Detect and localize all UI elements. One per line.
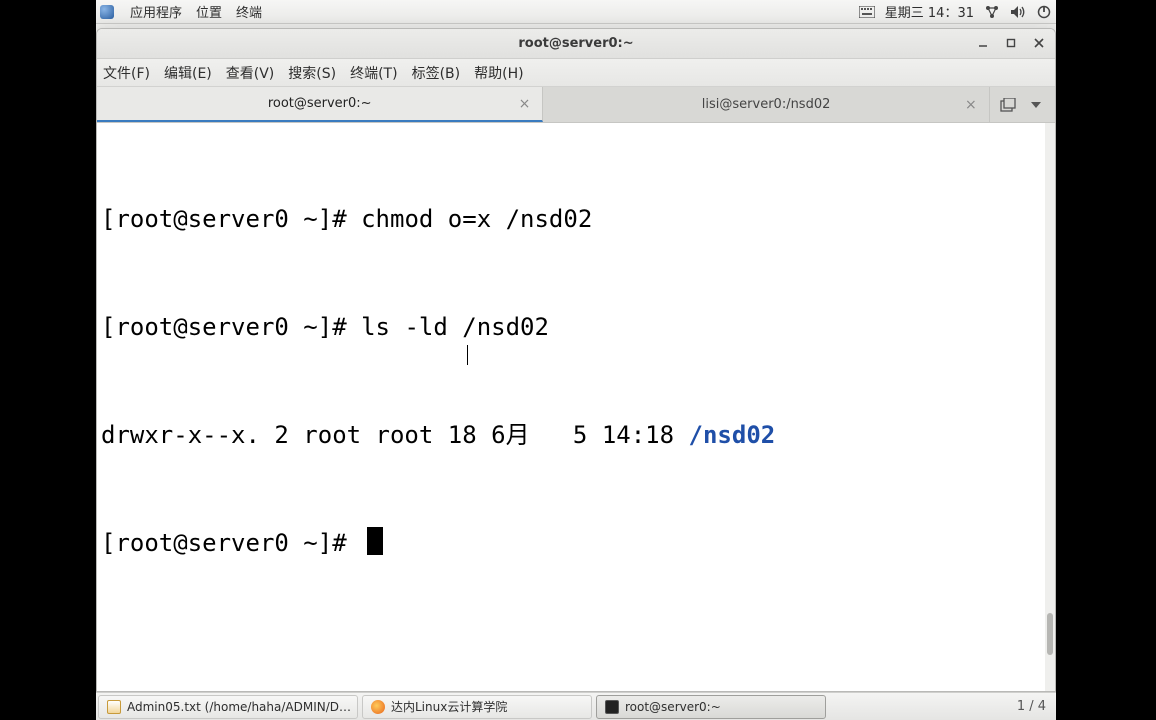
text-editor-icon [107, 700, 121, 714]
taskbar-item-browser[interactable]: 达内Linux云计算学院 [362, 695, 592, 719]
text-caret-icon [467, 345, 468, 365]
terminal-menu[interactable]: 终端 [236, 2, 262, 21]
menu-help[interactable]: 帮助(H) [474, 63, 523, 83]
scrollbar-thumb[interactable] [1047, 613, 1053, 655]
menubar: 文件(F) 编辑(E) 查看(V) 搜索(S) 终端(T) 标签(B) 帮助(H… [97, 59, 1055, 87]
workspace-indicator[interactable]: 1 / 4 [1017, 699, 1046, 714]
bottom-taskbar: Admin05.txt (/home/haha/ADMIN/D… 达内Linux… [96, 692, 1056, 720]
distro-logo-icon [100, 5, 114, 19]
terminal-tab-1[interactable]: lisi@server0:/nsd02 × [543, 87, 989, 122]
terminal-tab-0[interactable]: root@server0:~ × [97, 87, 543, 122]
places-menu[interactable]: 位置 [196, 2, 222, 21]
terminal-icon [605, 700, 619, 714]
menu-search[interactable]: 搜索(S) [288, 63, 336, 83]
terminal-line: [root@server0 ~]# [101, 525, 1051, 561]
tab-close-icon[interactable]: × [965, 97, 977, 113]
tab-label: lisi@server0:/nsd02 [702, 97, 831, 112]
minimize-button[interactable] [973, 33, 993, 53]
cursor-block-icon [367, 527, 383, 555]
taskbar-item-terminal[interactable]: root@server0:~ [596, 695, 826, 719]
menu-view[interactable]: 查看(V) [226, 63, 275, 83]
taskbar-item-label: Admin05.txt (/home/haha/ADMIN/D… [127, 700, 351, 714]
taskbar-item-label: root@server0:~ [625, 700, 721, 714]
new-tab-icon[interactable] [999, 96, 1017, 114]
keyboard-icon[interactable] [859, 4, 875, 20]
tab-close-icon[interactable]: × [519, 96, 531, 112]
taskbar-item-editor[interactable]: Admin05.txt (/home/haha/ADMIN/D… [98, 695, 358, 719]
terminal-line: [root@server0 ~]# ls -ld /nsd02 [101, 309, 1051, 345]
terminal-line: drwxr-x--x. 2 root root 18 6月 5 14:18 /n… [101, 417, 1051, 453]
terminal-content[interactable]: [root@server0 ~]# chmod o=x /nsd02 [root… [97, 123, 1055, 691]
tab-label: root@server0:~ [268, 96, 372, 111]
window-titlebar[interactable]: root@server0:~ [97, 29, 1055, 59]
terminal-tabbar: root@server0:~ × lisi@server0:/nsd02 × [97, 87, 1055, 123]
close-button[interactable] [1029, 33, 1049, 53]
terminal-line: [root@server0 ~]# chmod o=x /nsd02 [101, 201, 1051, 237]
clock-label[interactable]: 星期三 14：31 [885, 2, 974, 21]
menu-file[interactable]: 文件(F) [103, 63, 150, 83]
menu-tabs[interactable]: 标签(B) [412, 63, 461, 83]
terminal-window: root@server0:~ 文件(F) 编辑(E) 查看(V) 搜索(S) 终… [96, 28, 1056, 692]
gnome-top-panel: 应用程序 位置 终端 星期三 14：31 [96, 0, 1056, 24]
power-icon[interactable] [1036, 4, 1052, 20]
network-icon[interactable] [984, 4, 1000, 20]
menu-edit[interactable]: 编辑(E) [164, 63, 212, 83]
vertical-scrollbar[interactable] [1045, 123, 1055, 691]
volume-icon[interactable] [1010, 4, 1026, 20]
taskbar-item-label: 达内Linux云计算学院 [391, 698, 507, 715]
menu-terminal[interactable]: 终端(T) [350, 63, 397, 83]
tab-dropdown-icon[interactable] [1027, 96, 1045, 114]
firefox-icon [371, 700, 385, 714]
maximize-button[interactable] [1001, 33, 1021, 53]
apps-menu[interactable]: 应用程序 [130, 2, 182, 21]
window-title: root@server0:~ [518, 36, 633, 51]
